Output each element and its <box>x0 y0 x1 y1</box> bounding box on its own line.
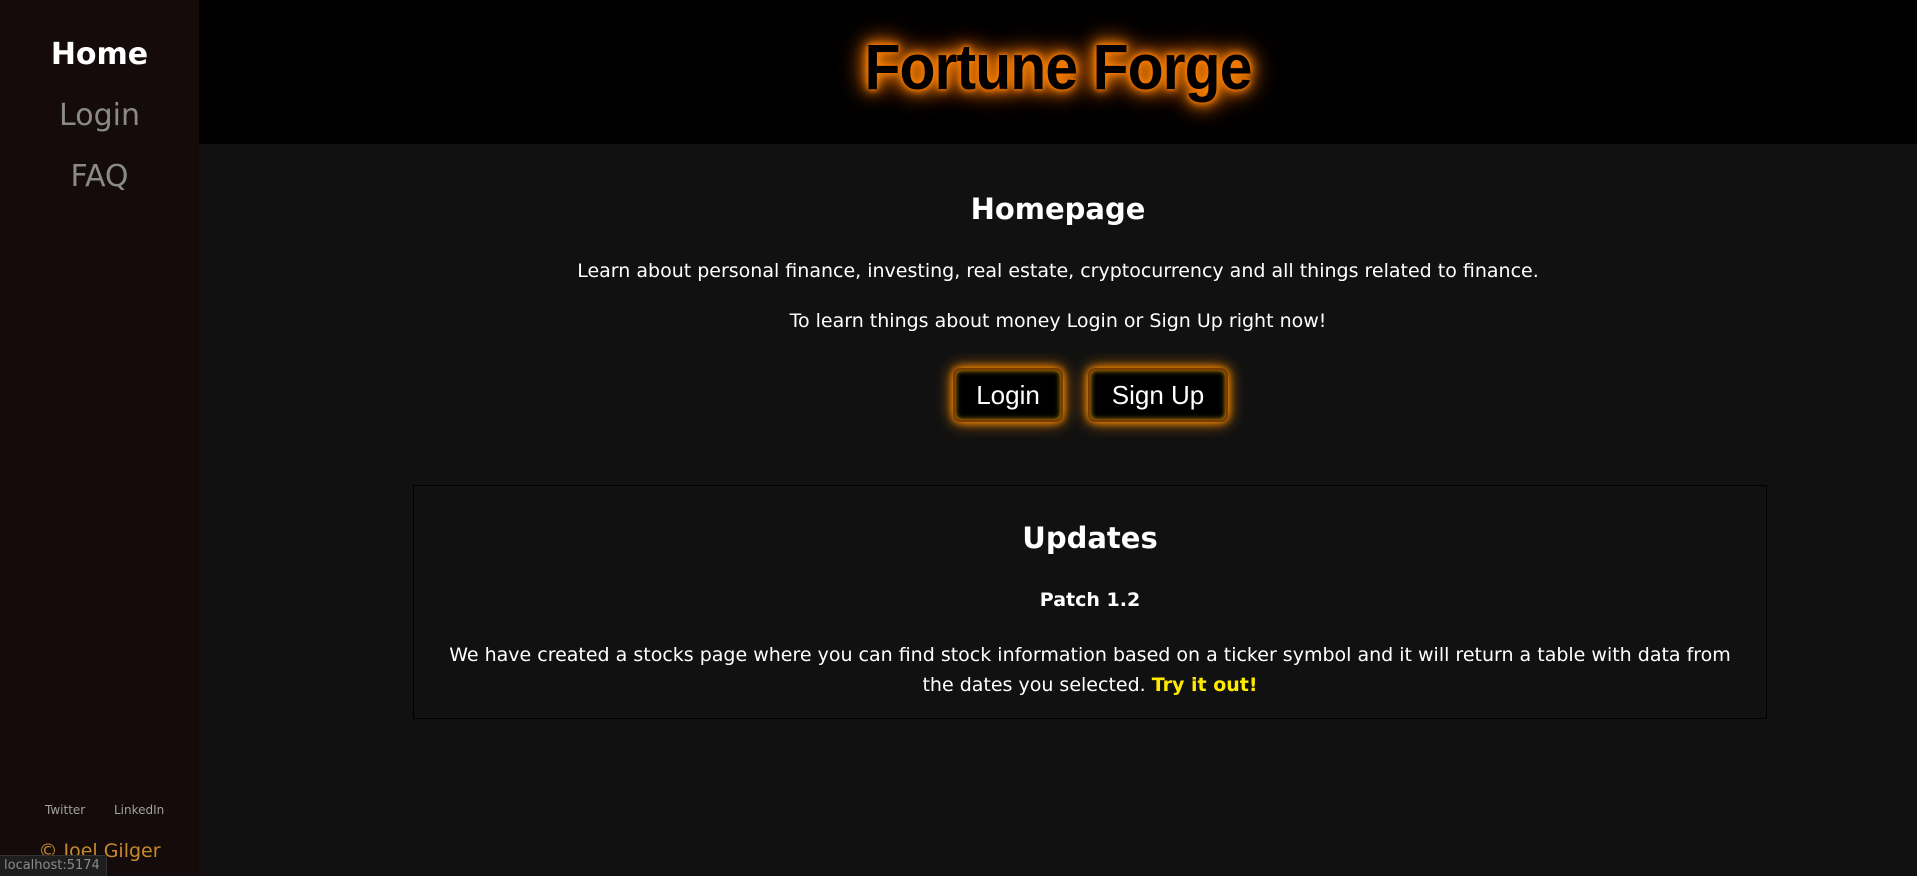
cta-text: To learn things about money Login or Sig… <box>789 310 1327 332</box>
try-it-link[interactable]: Try it out! <box>1152 674 1258 696</box>
site-logo: Fortune Forge <box>864 31 1252 103</box>
status-bar-url: localhost:5174 <box>0 855 107 876</box>
updates-title: Updates <box>1022 521 1158 555</box>
updates-panel: Updates Patch 1.2 We have created a stoc… <box>413 485 1767 719</box>
intro-text: Learn about personal finance, investing,… <box>577 260 1539 282</box>
twitter-link[interactable]: Twitter <box>45 803 85 817</box>
login-button[interactable]: Login <box>953 368 1063 422</box>
nav-faq[interactable]: FAQ <box>0 159 199 194</box>
patch-version: Patch 1.2 <box>1039 589 1141 611</box>
update-description: We have created a stocks page where you … <box>434 640 1746 700</box>
nav-home[interactable]: Home <box>0 37 199 72</box>
update-text: We have created a stocks page where you … <box>449 644 1731 696</box>
header: Fortune Forge <box>199 0 1917 144</box>
page-title: Homepage <box>970 192 1146 226</box>
sidebar: Home Login FAQ Twitter LinkedIn © Joel G… <box>0 0 199 875</box>
nav-login[interactable]: Login <box>0 98 199 133</box>
signup-button[interactable]: Sign Up <box>1088 368 1228 422</box>
main-content: Homepage Learn about personal finance, i… <box>199 144 1917 875</box>
linkedin-link[interactable]: LinkedIn <box>114 803 164 817</box>
